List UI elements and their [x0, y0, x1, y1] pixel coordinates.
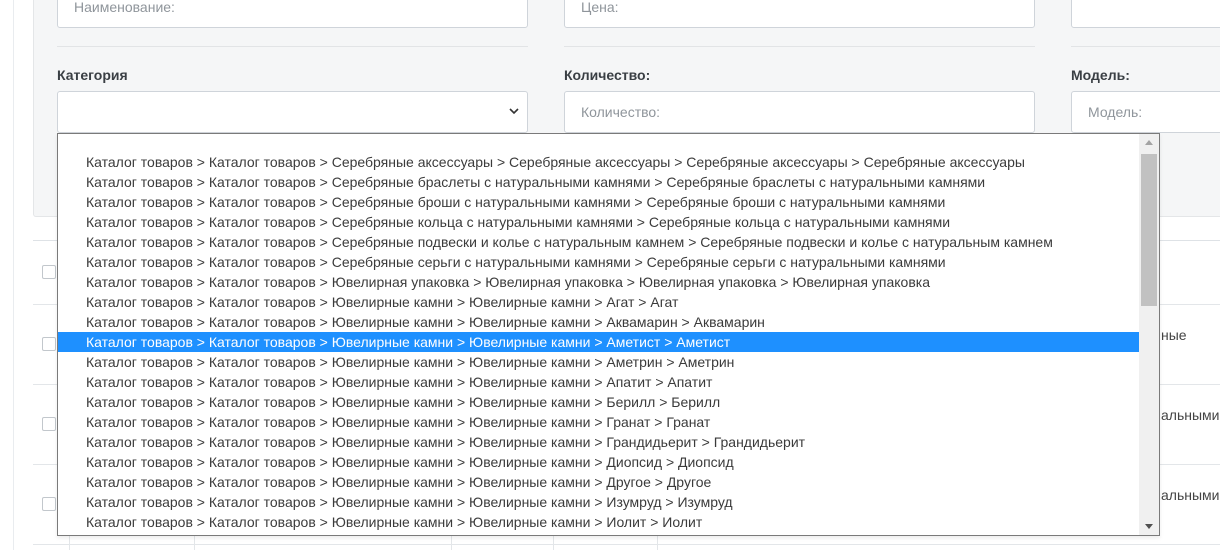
row-checkbox[interactable]: [42, 417, 56, 431]
category-option[interactable]: Каталог товаров > Каталог товаров > Ювел…: [58, 312, 1139, 332]
category-options: Каталог товаров > Каталог товаров > Сере…: [58, 152, 1139, 532]
row-checkbox[interactable]: [42, 337, 56, 351]
category-dropdown-list[interactable]: Каталог товаров > Каталог товаров > Сере…: [57, 133, 1160, 536]
model-input[interactable]: [1071, 91, 1220, 133]
price-input[interactable]: [564, 0, 1035, 28]
select-all-checkbox[interactable]: [42, 265, 56, 279]
category-option[interactable]: Каталог товаров > Каталог товаров > Ювел…: [58, 452, 1139, 472]
triangle-up-icon[interactable]: [1139, 134, 1159, 152]
triangle-down-icon[interactable]: [1139, 517, 1159, 535]
category-option-selected[interactable]: Каталог товаров > Каталог товаров > Ювел…: [58, 332, 1139, 352]
model-label: Модель:: [1071, 67, 1130, 83]
name-input[interactable]: [57, 0, 528, 28]
category-option[interactable]: Каталог товаров > Каталог товаров > Ювел…: [58, 292, 1139, 312]
category-option[interactable]: Каталог товаров > Каталог товаров > Ювел…: [58, 412, 1139, 432]
category-option[interactable]: Каталог товаров > Каталог товаров > Сере…: [58, 232, 1139, 252]
scrollbar-thumb[interactable]: [1141, 154, 1157, 306]
quantity-label: Количество:: [564, 67, 651, 83]
dropdown-scrollbar[interactable]: [1139, 134, 1159, 535]
left-rail: [0, 0, 14, 550]
category-option[interactable]: Каталог товаров > Каталог товаров > Ювел…: [58, 372, 1139, 392]
top-right-input[interactable]: [1071, 0, 1220, 28]
chevron-down-icon: [509, 108, 519, 115]
category-option[interactable]: Каталог товаров > Каталог товаров > Ювел…: [58, 472, 1139, 492]
category-option[interactable]: Каталог товаров > Каталог товаров > Сере…: [58, 192, 1139, 212]
category-option[interactable]: Каталог товаров > Каталог товаров > Ювел…: [58, 432, 1139, 452]
divider: [1071, 46, 1220, 47]
category-option[interactable]: Каталог товаров > Каталог товаров > Сере…: [58, 152, 1139, 172]
row-checkbox[interactable]: [42, 497, 56, 511]
category-option[interactable]: Каталог товаров > Каталог товаров > Сере…: [58, 252, 1139, 272]
divider: [57, 46, 528, 47]
table-row-divider: [33, 544, 1220, 545]
category-option[interactable]: Каталог товаров > Каталог товаров > Сере…: [58, 172, 1139, 192]
category-option[interactable]: Каталог товаров > Каталог товаров > Сере…: [58, 212, 1139, 232]
category-option[interactable]: Каталог товаров > Каталог товаров > Ювел…: [58, 392, 1139, 412]
divider: [564, 46, 1035, 47]
category-option[interactable]: Каталог товаров > Каталог товаров > Ювел…: [58, 512, 1139, 532]
category-option[interactable]: Каталог товаров > Каталог товаров > Ювел…: [58, 352, 1139, 372]
category-option[interactable]: Каталог товаров > Каталог товаров > Ювел…: [58, 492, 1139, 512]
table-cell-text: альными: [1161, 487, 1220, 503]
category-label: Категория: [57, 67, 128, 83]
table-cell-text: ные: [1161, 327, 1187, 343]
category-select[interactable]: [57, 91, 528, 133]
product-filter-page: Категория Количество: Модель: ные альным…: [0, 0, 1220, 550]
table-cell-text: альными: [1161, 407, 1220, 423]
quantity-input[interactable]: [564, 91, 1035, 133]
category-option[interactable]: Каталог товаров > Каталог товаров > Ювел…: [58, 272, 1139, 292]
